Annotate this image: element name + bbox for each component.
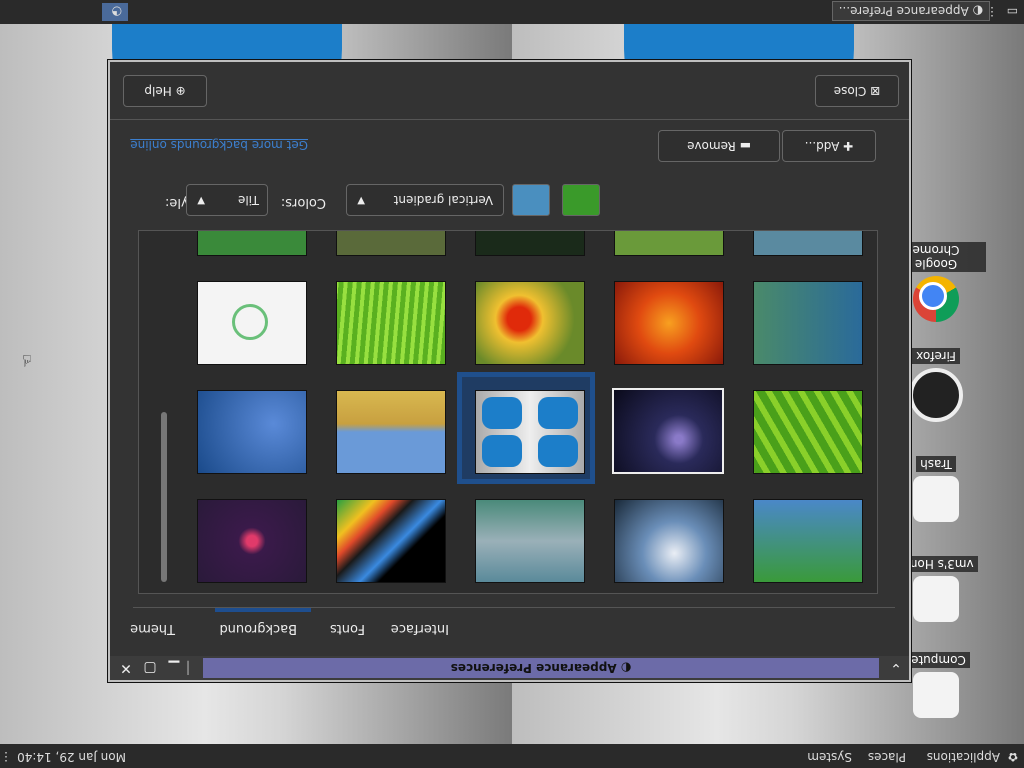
wallpaper-thumbnail[interactable] <box>612 388 724 474</box>
computer-icon <box>913 672 959 718</box>
panel-clock[interactable]: Mon Jan 29, 14:40 <box>17 750 126 764</box>
minimize-icon[interactable]: ▁ <box>165 659 183 677</box>
top-panel: ✿ Applications Places System Mon Jan 29,… <box>0 744 1024 768</box>
wallpaper-thumbnail[interactable] <box>336 281 446 365</box>
places-menu[interactable]: Places <box>868 750 906 764</box>
trash-icon <box>913 476 959 522</box>
applications-menu[interactable]: Applications <box>927 750 1000 764</box>
firefox-icon <box>909 368 963 422</box>
wallpaper-thumbnail[interactable] <box>197 230 307 256</box>
add-button[interactable]: ✚ Add... <box>782 130 876 162</box>
background-gallery[interactable] <box>138 230 878 594</box>
system-menu[interactable]: System <box>807 750 852 764</box>
desktop: ✿ Applications Places System Mon Jan 29,… <box>0 0 1024 768</box>
help-icon: ⊕ <box>171 84 186 98</box>
maximize-icon[interactable]: ▢ <box>141 659 159 677</box>
taskbar-button-appearance[interactable]: ◐ Appearance Prefere... <box>831 1 990 21</box>
colors-dropdown[interactable]: Vertical gradient ▼ <box>346 184 504 216</box>
wallpaper-thumbnail-selected[interactable] <box>475 390 585 474</box>
close-button[interactable]: ⊠ Close <box>815 75 899 107</box>
window-titlebar[interactable]: ⌄ ◐ Appearance Preferences | ▁ ▢ ✕ <box>110 656 909 680</box>
minus-icon: ▬ <box>735 139 751 153</box>
close-icon: ⊠ <box>866 84 881 98</box>
show-desktop-icon[interactable]: ▭ <box>1001 3 1024 21</box>
tab-theme[interactable]: Theme <box>130 621 175 636</box>
wallpaper-thumbnail[interactable] <box>753 281 863 365</box>
wallpaper-thumbnail[interactable] <box>197 499 307 583</box>
secondary-color-button[interactable] <box>562 184 600 216</box>
appearance-app-icon: ◐ <box>968 4 983 18</box>
plus-icon: ✚ <box>839 139 854 153</box>
scrollbar-thumb[interactable] <box>161 412 167 582</box>
wallpaper-thumbnail[interactable] <box>475 230 585 256</box>
workspace-switcher[interactable]: ◔ <box>102 3 128 21</box>
style-dropdown[interactable]: Tile ▼ <box>186 184 268 216</box>
wallpaper-thumbnail[interactable] <box>475 281 585 365</box>
primary-color-button[interactable] <box>512 184 550 216</box>
remove-button[interactable]: ▬ Remove <box>658 130 780 162</box>
mouse-cursor-icon: ☝ <box>22 351 32 370</box>
appearance-app-icon: ◐ <box>616 661 632 675</box>
wallpaper-thumbnail[interactable] <box>336 499 446 583</box>
wallpaper-thumbnail[interactable] <box>475 499 585 583</box>
wallpaper-thumbnail[interactable] <box>753 499 863 583</box>
style-colors-row: Style: Tile ▼ Colors: Vertical gradient … <box>118 180 878 220</box>
home-folder-icon <box>913 576 959 622</box>
wallpaper-thumbnail[interactable] <box>614 499 724 583</box>
gallery-scrollbar[interactable] <box>159 232 169 594</box>
close-icon[interactable]: ✕ <box>117 659 135 677</box>
wallpaper-thumbnail[interactable] <box>753 230 863 256</box>
wallpaper-thumbnail[interactable] <box>336 230 446 256</box>
tab-bar: Theme Background Fonts Interface <box>130 607 895 642</box>
active-tab-indicator <box>215 608 311 612</box>
panel-handle-icon: ⋮ <box>0 750 12 764</box>
dialog-footer: ⊕ Help ⊠ Close <box>110 63 909 120</box>
background-actions-row: Get more backgrounds online ▬ Remove ✚ A… <box>118 130 878 164</box>
tab-background[interactable]: Background <box>219 621 297 636</box>
appearance-preferences-window: ⌄ ◐ Appearance Preferences | ▁ ▢ ✕ Theme… <box>108 60 911 682</box>
wallpaper-thumbnail[interactable] <box>614 281 724 365</box>
tab-interface[interactable]: Interface <box>391 621 449 636</box>
bottom-panel: ▭ ⋮ ◐ Appearance Prefere... ◔ <box>0 0 1024 24</box>
window-menu-icon[interactable]: ⌄ <box>887 659 905 677</box>
help-button[interactable]: ⊕ Help <box>123 75 207 107</box>
wallpaper-thumbnail[interactable] <box>614 230 724 256</box>
tab-fonts[interactable]: Fonts <box>330 621 365 636</box>
get-more-backgrounds-link[interactable]: Get more backgrounds online <box>130 138 308 152</box>
chrome-icon <box>913 276 959 322</box>
window-title[interactable]: ◐ Appearance Preferences <box>203 658 879 678</box>
colors-label: Colors: <box>280 195 326 210</box>
dropdown-arrow-icon: ▼ <box>197 195 205 206</box>
dropdown-arrow-icon: ▼ <box>357 195 365 206</box>
wallpaper-thumbnail[interactable] <box>336 390 446 474</box>
wallpaper-thumbnail[interactable] <box>753 390 863 474</box>
distro-logo-icon[interactable]: ✿ <box>1008 750 1018 764</box>
wallpaper-thumbnail[interactable] <box>197 281 307 365</box>
wallpaper-thumbnail[interactable] <box>197 390 307 474</box>
